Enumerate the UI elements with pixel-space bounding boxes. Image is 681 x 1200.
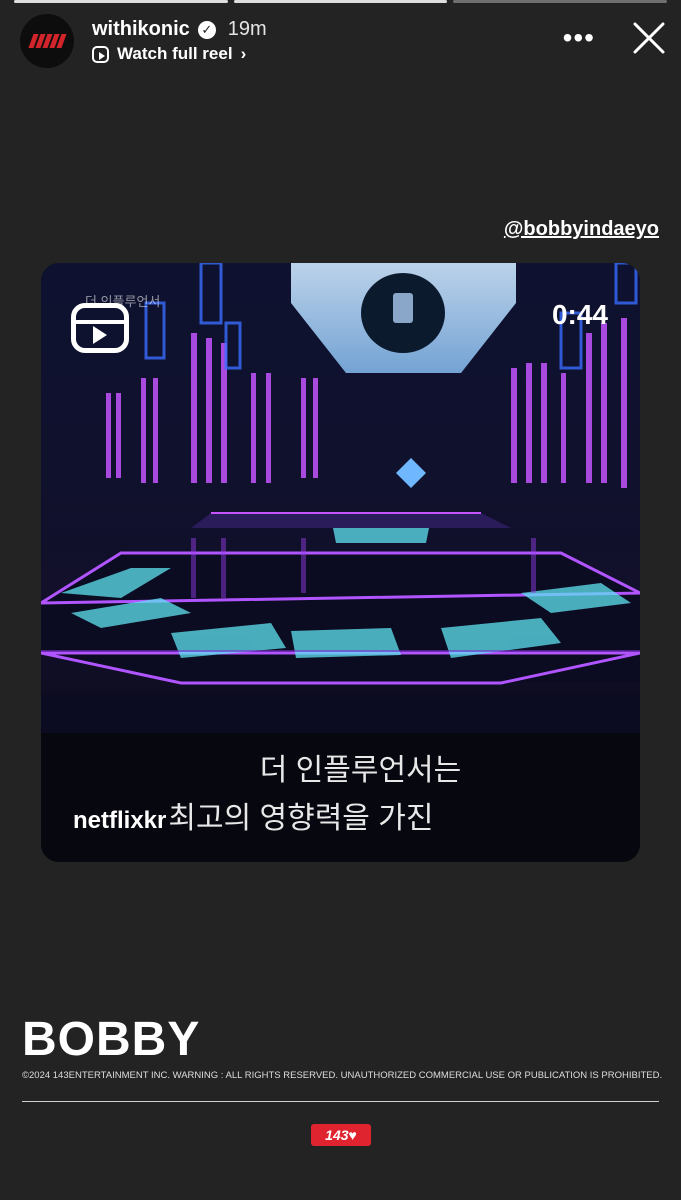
- story-viewer[interactable]: withikonic ✓ 19m Watch full reel › ••• @…: [0, 0, 681, 1200]
- label-logo-143: 143♥: [311, 1124, 371, 1146]
- time-ago: 19m: [227, 18, 267, 40]
- brand-logo-text: BOBBY: [22, 1013, 201, 1066]
- subtitle-line-1: 더 인플루언서는: [259, 754, 462, 787]
- reel-owner-username[interactable]: netflixkr: [73, 807, 166, 834]
- story-header: withikonic ✓ 19m Watch full reel › •••: [20, 14, 667, 70]
- divider: [22, 1101, 659, 1102]
- username[interactable]: withikonic: [92, 18, 190, 41]
- watch-full-reel-label: Watch full reel: [117, 44, 233, 63]
- watch-full-reel-link[interactable]: Watch full reel ›: [92, 44, 246, 64]
- username-row[interactable]: withikonic ✓ 19m: [92, 18, 267, 41]
- ikon-logo-icon: [27, 34, 67, 48]
- chevron-right-icon: ›: [240, 44, 247, 63]
- subtitle-line-2: netflixkr최고의 영향력을 가진: [73, 793, 433, 837]
- progress-segment: [453, 0, 668, 3]
- subtitle-line-2-text: 최고의 영향력을 가진: [168, 802, 434, 835]
- reels-icon: [71, 303, 129, 353]
- avatar[interactable]: [20, 14, 74, 68]
- reel-icon: [92, 45, 109, 63]
- shared-reel-card[interactable]: 더 인플루언서 0:44 더 인플루언서는 netflixkr최고의 영향력을 …: [41, 263, 640, 862]
- progress-segment: [233, 0, 448, 3]
- story-progress: [14, 0, 668, 3]
- mention-sticker[interactable]: @bobbyindaeyo: [504, 218, 659, 241]
- more-options-icon[interactable]: •••: [563, 24, 595, 52]
- copyright-notice: ©2024 143ENTERTAINMENT INC. WARNING : AL…: [22, 1070, 663, 1081]
- progress-segment: [14, 0, 228, 3]
- verified-badge-icon: ✓: [197, 20, 216, 39]
- close-icon[interactable]: [631, 20, 667, 56]
- video-duration: 0:44: [551, 299, 608, 330]
